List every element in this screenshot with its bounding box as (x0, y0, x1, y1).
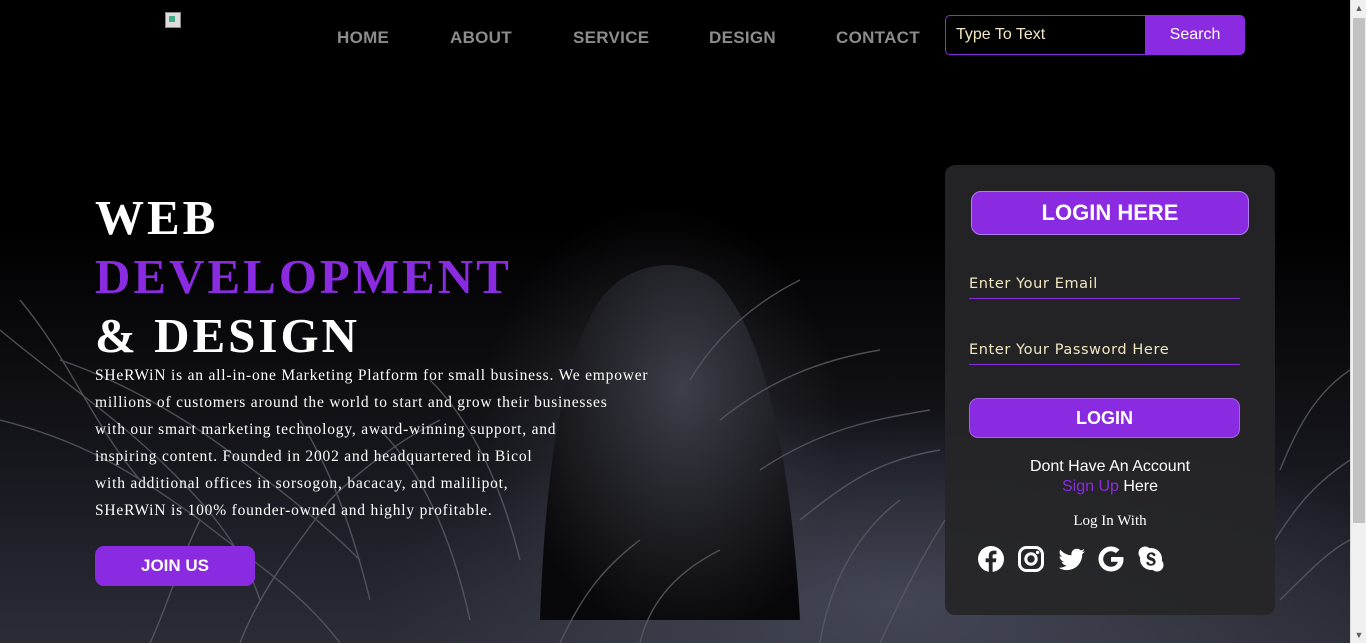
nav-item-about[interactable]: ABOUT (450, 28, 512, 48)
hero-description-line: SHeRWiN is 100% founder-owned and highly… (95, 502, 493, 519)
broken-logo-image-icon[interactable] (165, 12, 181, 28)
hero-description-line: millions of customers around the world t… (95, 394, 608, 411)
hero-heading-line-web: WEB (95, 190, 219, 245)
email-field[interactable] (969, 269, 1240, 299)
search-input[interactable] (945, 15, 1147, 55)
instagram-icon[interactable] (1017, 545, 1047, 575)
scrollbar-thumb[interactable] (1353, 18, 1365, 523)
hero-heading: WEB DEVELOPMENT & DESIGN (95, 188, 512, 365)
nav-item-home[interactable]: HOME (337, 28, 389, 48)
sign-up-link[interactable]: Sign Up (1062, 478, 1119, 495)
nav-item-service[interactable]: SERVICE (573, 28, 649, 48)
hero-description-line: with additional offices in sorsogon, bac… (95, 475, 509, 492)
login-card: LOGIN HERE LOGIN Dont Have An Account Si… (945, 165, 1275, 615)
login-card-title: LOGIN HERE (971, 191, 1249, 235)
search-button[interactable]: Search (1145, 15, 1245, 55)
scroll-down-arrow-icon[interactable]: ▼ (1351, 627, 1366, 643)
hero-heading-line-design: & DESIGN (95, 308, 360, 363)
page-scrollbar[interactable]: ▲ ▼ (1350, 0, 1366, 643)
hero-heading-line-development: DEVELOPMENT (95, 249, 512, 304)
login-with-label: Log In With (1073, 513, 1147, 529)
scroll-up-arrow-icon[interactable]: ▲ (1351, 0, 1366, 16)
no-account-text: Dont Have An Account (1029, 458, 1191, 475)
signup-suffix-text: Here (1118, 478, 1159, 495)
search-bar: Search (945, 15, 1245, 55)
hero-description: SHeRWiN is an all-in-one Marketing Platf… (95, 362, 715, 524)
hero-description-line: with our smart marketing technology, awa… (95, 421, 557, 438)
signup-line: Sign Up Here (945, 477, 1275, 497)
password-field[interactable] (969, 335, 1240, 365)
nav-item-design[interactable]: DESIGN (709, 28, 776, 48)
skype-icon[interactable] (1137, 545, 1167, 575)
twitter-icon[interactable] (1057, 545, 1087, 575)
google-icon[interactable] (1097, 545, 1127, 575)
hero-description-line: SHeRWiN is an all-in-one Marketing Platf… (95, 367, 649, 384)
join-us-button[interactable]: JOIN US (95, 546, 255, 586)
login-button[interactable]: LOGIN (969, 398, 1240, 438)
hero-description-line: inspiring content. Founded in 2002 and h… (95, 448, 533, 465)
facebook-icon[interactable] (977, 545, 1007, 575)
nav-item-contact[interactable]: CONTACT (836, 28, 920, 48)
